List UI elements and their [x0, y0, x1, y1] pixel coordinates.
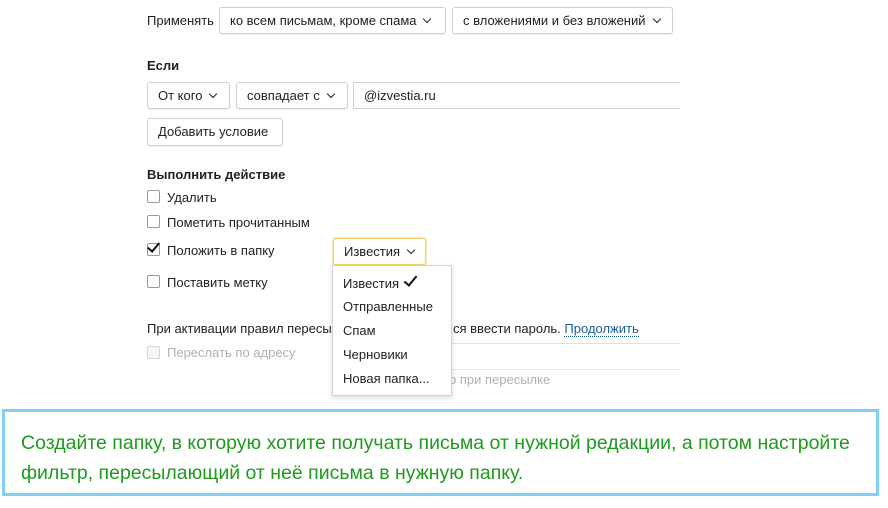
set-label-checkbox[interactable]: [147, 275, 160, 288]
operator-select[interactable]: совпадает с: [236, 82, 348, 109]
folder-select[interactable]: Известия: [333, 238, 426, 265]
apply-label: Применять: [147, 13, 214, 28]
forward-label: Переслать по адресу: [167, 345, 296, 360]
folder-menu-item[interactable]: Известия: [343, 272, 418, 291]
folder-menu-item[interactable]: Спам: [343, 323, 376, 338]
forward-address-input[interactable]: [440, 343, 680, 344]
folder-dropdown-menu: Известия Отправленные Спам Черновики Нов…: [332, 265, 452, 396]
field-select-value: От кого: [158, 88, 203, 103]
move-to-folder-label: Положить в папку: [167, 243, 275, 258]
chevron-down-icon: [423, 14, 432, 24]
set-label-label: Поставить метку: [167, 275, 268, 290]
checkmark-icon: [403, 272, 418, 287]
condition-heading: Если: [147, 58, 180, 73]
forwarding-notice-right-text: ся ввести пароль.: [453, 321, 561, 336]
save-copy-label: о при пересылке: [449, 372, 551, 387]
delete-checkbox[interactable]: [147, 190, 160, 203]
folder-menu-item[interactable]: Черновики: [343, 347, 408, 362]
hint-text: Создайте папку, в которую хотите получат…: [21, 432, 850, 484]
scope-select[interactable]: ко всем письмам, кроме спама: [219, 7, 446, 34]
continue-link[interactable]: Продолжить: [564, 321, 639, 337]
checkmark-icon: [146, 239, 161, 253]
forwarding-notice-right: ся ввести пароль. Продолжить: [453, 321, 639, 337]
field-select[interactable]: От кого: [147, 82, 230, 109]
attachments-select-value: с вложениями и без вложений: [463, 13, 646, 28]
move-to-folder-checkbox[interactable]: [146, 239, 161, 256]
input-divider: [440, 369, 680, 370]
folder-menu-item[interactable]: Новая папка...: [343, 371, 430, 386]
chevron-down-icon: [326, 89, 335, 99]
chevron-down-icon: [652, 14, 661, 24]
mark-read-label: Пометить прочитанным: [167, 215, 310, 230]
forward-checkbox[interactable]: [147, 346, 160, 359]
delete-label: Удалить: [167, 190, 217, 205]
condition-value-text: @izvestia.ru: [364, 88, 436, 103]
chevron-down-icon: [209, 89, 218, 99]
operator-select-value: совпадает с: [247, 88, 320, 103]
scope-select-value: ко всем письмам, кроме спама: [230, 13, 417, 28]
folder-menu-item-label: Известия: [343, 276, 400, 291]
condition-value-input[interactable]: @izvestia.ru: [353, 82, 680, 109]
folder-select-value: Известия: [344, 244, 401, 259]
add-condition-button[interactable]: Добавить условие: [147, 118, 283, 146]
chevron-down-icon: [406, 245, 416, 255]
mark-read-checkbox[interactable]: [147, 215, 160, 228]
forwarding-notice-left: При активации правил пересыл: [147, 321, 340, 336]
actions-heading: Выполнить действие: [147, 167, 286, 182]
hint-box: Создайте папку, в которую хотите получат…: [2, 409, 879, 496]
attachments-select[interactable]: с вложениями и без вложений: [452, 7, 673, 34]
folder-menu-item[interactable]: Отправленные: [343, 299, 433, 314]
